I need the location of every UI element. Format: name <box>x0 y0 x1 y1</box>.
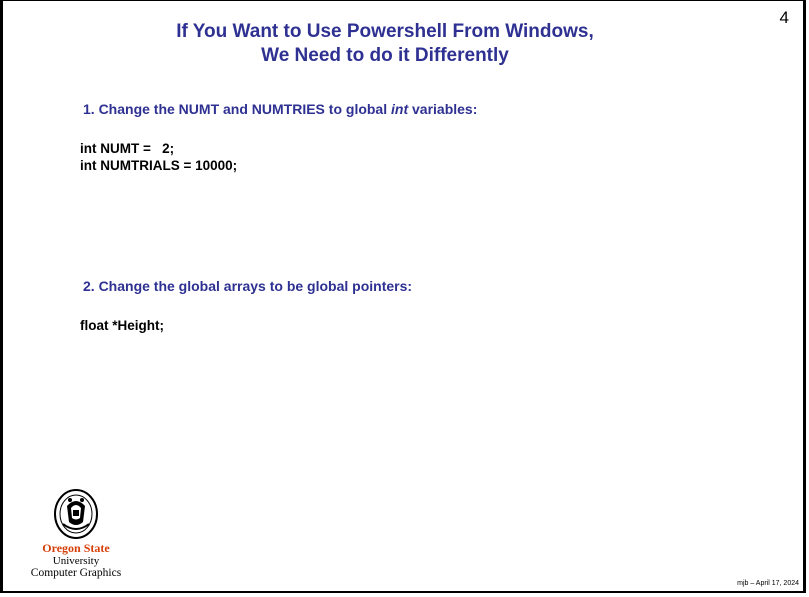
title-line-2: We Need to do it Differently <box>261 45 509 66</box>
code-line: float *Height; <box>80 318 164 333</box>
logo-oregon-state: Oregon State <box>42 541 110 555</box>
slide-title: If You Want to Use Powershell From Windo… <box>0 20 770 68</box>
step-1-emphasis: int <box>391 101 409 117</box>
osu-logo: Oregon State University Computer Graphic… <box>31 488 121 580</box>
footer-date: mjb – April 17, 2024 <box>737 580 799 587</box>
code-line: int NUMT = 2; <box>80 141 175 156</box>
logo-computer-graphics: Computer Graphics <box>30 567 122 579</box>
step-1-suffix: variables: <box>408 101 478 117</box>
page-number: 4 <box>779 8 789 27</box>
code-line: int NUMTRIALS = 10000; <box>80 158 238 173</box>
step-2: 2. Change the global arrays to be global… <box>83 278 413 294</box>
logo-university: University <box>52 555 100 567</box>
step-1-prefix: 1. Change the NUMT and NUMTRIES to globa… <box>83 101 391 117</box>
code-block-1: int NUMT = 2; int NUMTRIALS = 10000; <box>80 140 237 174</box>
code-block-2: float *Height; <box>80 317 164 334</box>
slide-frame <box>0 0 806 593</box>
step-1: 1. Change the NUMT and NUMTRIES to globa… <box>83 101 477 117</box>
beaver-seal-icon <box>54 489 98 539</box>
title-line-1: If You Want to Use Powershell From Windo… <box>176 21 594 42</box>
